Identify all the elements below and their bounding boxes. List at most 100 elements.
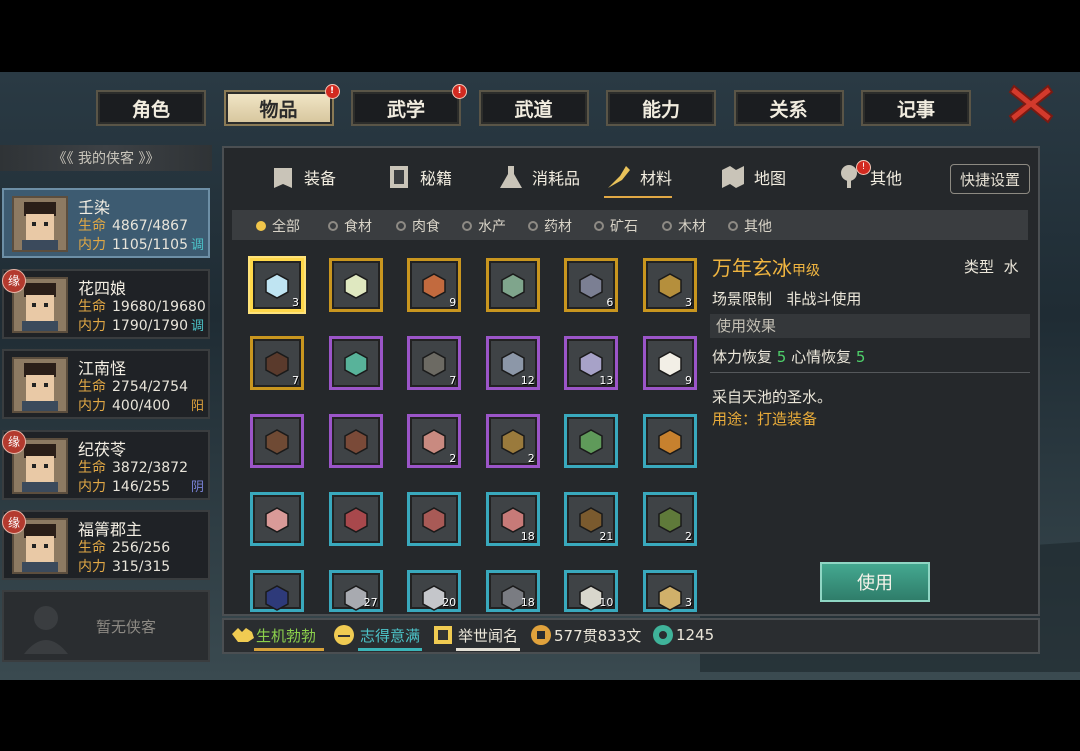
close-button[interactable] (1006, 80, 1056, 128)
item-slot[interactable] (328, 258, 383, 312)
subtab-3[interactable]: 材料 (604, 158, 673, 198)
filter-label: 药材 (544, 219, 572, 235)
hero-life: 生命 256/256 (78, 540, 171, 556)
hero-card[interactable]: 缘福箐郡主 生命 256/256 内力 315/315 (2, 510, 210, 580)
quick-settings-button[interactable]: 快捷设置 (950, 164, 1030, 194)
subtab-4[interactable]: 地图 (718, 158, 786, 196)
item-slot[interactable]: 10 (564, 570, 619, 612)
tab-3[interactable]: 武道 (478, 90, 589, 126)
fame-bar (456, 648, 520, 651)
filter-option[interactable]: 肉食 (396, 216, 440, 236)
item-slot[interactable]: 3 (643, 258, 697, 312)
item-slot[interactable] (328, 336, 383, 390)
scene-restriction: 场景限制 非战斗使用 (712, 290, 862, 308)
item-slot[interactable]: 7 (407, 336, 462, 390)
avatar (12, 357, 68, 413)
tab-label: 能力 (641, 98, 680, 121)
tab-label: 记事 (896, 98, 935, 121)
item-slot[interactable]: 20 (407, 570, 462, 612)
item-count: 18 (520, 530, 535, 543)
hero-life: 生命 2754/2754 (78, 379, 188, 395)
item-count: 7 (449, 374, 457, 387)
filter-label: 水产 (478, 219, 506, 235)
hero-card[interactable]: 江南怪 生命 2754/2754 内力 400/400 阳 (2, 349, 210, 419)
item-type: 类型 水 (964, 258, 1019, 276)
tab-6[interactable]: 记事 (861, 90, 971, 126)
affinity-badge: 缘 (2, 429, 26, 454)
item-slot[interactable]: 27 (328, 570, 383, 612)
filter-label: 木材 (678, 219, 706, 235)
radio-icon (594, 221, 604, 231)
item-slot[interactable] (643, 414, 697, 468)
empty-avatar-icon (24, 606, 68, 654)
radio-icon (256, 221, 266, 231)
use-button[interactable]: 使用 (820, 562, 930, 602)
radio-icon (662, 221, 672, 231)
tab-0[interactable]: 角色 (96, 90, 206, 126)
item-slot[interactable] (328, 414, 383, 468)
hero-life: 生命 3872/3872 (78, 459, 188, 476)
hero-inner: 内力 146/255 (78, 478, 171, 495)
item-icon (422, 351, 446, 377)
muscle-icon (232, 628, 254, 642)
item-slot[interactable] (328, 492, 383, 546)
filter-option[interactable]: 全部 (256, 216, 300, 236)
item-slot[interactable] (564, 414, 619, 468)
subtab-2[interactable]: 消耗品 (496, 158, 580, 196)
item-count: 13 (599, 374, 614, 387)
filter-label: 其他 (744, 219, 772, 235)
item-icon (658, 351, 682, 377)
hero-card[interactable]: 缘纪茯苓 生命 3872/3872 内力 146/255 阴 (2, 429, 210, 500)
tab-4[interactable]: 能力 (606, 90, 716, 126)
affinity-badge: 缘 (2, 268, 26, 293)
item-slot[interactable]: 18 (485, 570, 540, 612)
inventory-panel: 装备 秘籍 消耗品 材料 地图 其他! 快捷设置 全部 食材 肉食 水产 药材 矿石 木材 其他 396… (222, 146, 1040, 616)
item-count: 3 (685, 296, 692, 309)
tab-1[interactable]: 物品! (223, 84, 340, 126)
item-slot[interactable]: 21 (564, 492, 619, 546)
filter-option[interactable]: 药材 (528, 216, 572, 236)
hero-card[interactable]: 壬染 生命 4867/4867 内力 1105/1105 调 (2, 188, 210, 258)
tab-5[interactable]: 关系 (733, 90, 844, 126)
item-slot[interactable] (250, 414, 304, 468)
filter-label: 全部 (272, 219, 300, 235)
subtab-1[interactable]: 秘籍 (384, 158, 452, 196)
item-slot[interactable]: 9 (643, 336, 697, 390)
subtab-0[interactable]: 装备 (268, 158, 336, 196)
item-slot[interactable]: 2 (485, 414, 540, 468)
item-slot[interactable] (485, 258, 540, 312)
item-slot[interactable]: 18 (485, 492, 540, 546)
item-slot[interactable]: 2 (643, 492, 697, 546)
item-count: 12 (520, 374, 535, 387)
radio-icon (462, 221, 472, 231)
item-slot[interactable]: 6 (564, 258, 619, 312)
item-icon (422, 273, 446, 299)
filter-option[interactable]: 木材 (662, 216, 706, 236)
item-count: 18 (520, 596, 535, 609)
filter-option[interactable]: 水产 (462, 216, 506, 236)
filter-option[interactable]: 矿石 (594, 216, 638, 236)
filter-label: 食材 (344, 219, 372, 235)
subtab-5[interactable]: 其他! (834, 158, 902, 196)
item-slot[interactable] (407, 492, 462, 546)
subtab-label: 装备 (304, 169, 337, 188)
item-slot[interactable]: 2 (407, 414, 462, 468)
tab-label: 关系 (769, 98, 808, 121)
armor-icon (274, 168, 292, 188)
item-slot[interactable]: 13 (564, 336, 619, 390)
item-description: 采自天池的圣水。 (712, 388, 833, 406)
filter-option[interactable]: 其他 (728, 216, 772, 236)
item-slot[interactable]: 7 (250, 336, 304, 390)
item-slot[interactable]: 3 (250, 258, 304, 312)
filter-option[interactable]: 食材 (328, 216, 372, 236)
tab-2[interactable]: 武学! (351, 84, 467, 126)
hero-card[interactable]: 缘花四娘 生命 19680/19680 内力 1790/1790 调 (2, 268, 210, 339)
item-slot[interactable]: 3 (643, 570, 697, 612)
item-grade: 甲级 (792, 263, 820, 279)
effect-line: 体力恢复 5 心情恢复 5 (712, 348, 866, 366)
item-slot[interactable]: 12 (485, 336, 540, 390)
item-slot[interactable] (250, 492, 304, 546)
item-slot[interactable]: 9 (407, 258, 462, 312)
item-slot[interactable] (250, 570, 304, 612)
item-count: 10 (599, 596, 614, 609)
